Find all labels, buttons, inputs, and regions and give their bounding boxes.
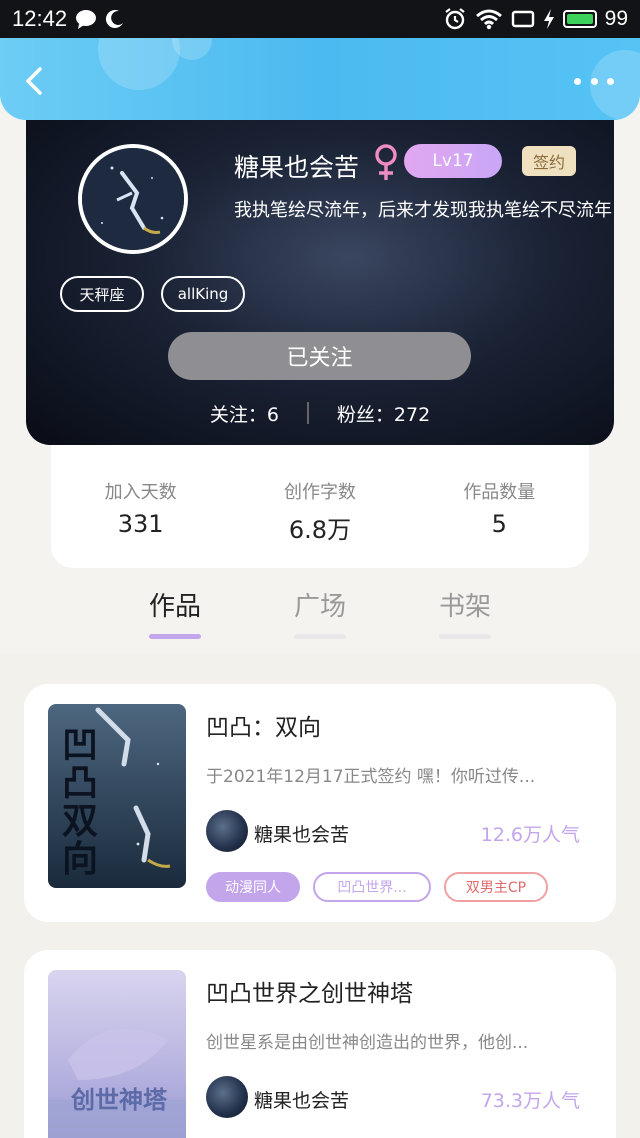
level-badge: Lv17 bbox=[404, 144, 502, 178]
author-avatar bbox=[206, 1076, 248, 1118]
work-card[interactable]: 凹凸双向 凹凸：双向 于2021年12月17正式签约 嘿！你听过传... 糖果也… bbox=[24, 684, 616, 922]
popularity-count: 73.3万人气 bbox=[480, 1090, 580, 1112]
author-avatar bbox=[206, 810, 248, 852]
cover-title: 凹凸双向 bbox=[62, 724, 98, 880]
chat-bubble-icon bbox=[76, 10, 97, 29]
stat-works-count: 作品数量 5 bbox=[410, 440, 589, 568]
battery-fill bbox=[566, 14, 593, 24]
profile-card: 糖果也会苦 Lv17 签约 我执笔绘尽流年，后来才发现我执笔绘不尽流年 天秤座 … bbox=[26, 104, 614, 445]
stat-label: 作品数量 bbox=[463, 482, 536, 503]
wifi-icon bbox=[475, 9, 502, 30]
female-icon bbox=[375, 144, 397, 180]
book-cover[interactable]: 凹凸双向 bbox=[48, 704, 186, 888]
header-bar bbox=[0, 38, 640, 120]
decorative-bubble bbox=[98, 38, 180, 90]
avatar-image bbox=[82, 148, 184, 250]
popularity-count: 12.6万人气 bbox=[480, 824, 580, 846]
tab-underline bbox=[439, 634, 491, 639]
stat-word-count: 创作字数 6.8万 bbox=[230, 440, 409, 568]
following-count[interactable]: 关注：6 bbox=[210, 400, 279, 427]
follow-button[interactable]: 已关注 bbox=[168, 332, 471, 380]
work-card[interactable]: 创世神塔 凹凸世界之创世神塔 创世星系是由创世神创造出的世界，他创... 糖果也… bbox=[24, 950, 616, 1138]
more-dot bbox=[574, 77, 581, 85]
tab-works[interactable]: 作品 bbox=[147, 586, 203, 623]
fans-count[interactable]: 粉丝：272 bbox=[337, 400, 430, 427]
username: 糖果也会苦 bbox=[234, 153, 360, 182]
tag-allking[interactable]: allKing bbox=[161, 276, 245, 312]
alarm-icon bbox=[444, 8, 465, 30]
stat-value: 331 bbox=[117, 510, 164, 538]
more-button[interactable] bbox=[574, 74, 614, 88]
chevron-left-icon bbox=[26, 67, 42, 95]
status-right: 99 bbox=[443, 7, 628, 31]
tab-bar: 作品 广场 书架 bbox=[0, 586, 640, 646]
work-description: 于2021年12月17正式签约 嘿！你听过传... bbox=[206, 767, 536, 787]
works-list: 凹凸双向 凹凸：双向 于2021年12月17正式签约 嘿！你听过传... 糖果也… bbox=[0, 654, 640, 1138]
stat-label: 创作字数 bbox=[283, 482, 356, 503]
status-time: 12:42 bbox=[12, 6, 68, 31]
battery-icon bbox=[562, 10, 597, 28]
status-bar: 12:42 99 bbox=[0, 0, 640, 38]
tab-square[interactable]: 广场 bbox=[292, 586, 348, 623]
stat-value: 5 bbox=[491, 510, 507, 538]
stat-join-days: 加入天数 331 bbox=[51, 440, 230, 568]
signature-text: 我执笔绘尽流年，后来才发现我执笔绘不尽流年 bbox=[234, 200, 612, 221]
moon-icon bbox=[105, 10, 124, 29]
divider bbox=[306, 402, 309, 424]
screen-icon bbox=[511, 10, 534, 28]
avatar[interactable] bbox=[78, 144, 188, 254]
book-cover[interactable]: 创世神塔 bbox=[48, 970, 186, 1138]
battery-percent: 99 bbox=[604, 7, 628, 30]
follow-counts: 关注：6 粉丝：272 bbox=[26, 399, 614, 427]
status-left: 12:42 bbox=[12, 6, 125, 32]
work-title[interactable]: 凹凸：双向 bbox=[206, 708, 321, 742]
more-dot bbox=[607, 77, 614, 85]
tab-underline bbox=[294, 634, 346, 639]
stat-label: 加入天数 bbox=[104, 482, 177, 503]
author-name: 糖果也会苦 bbox=[254, 1090, 350, 1112]
stats-card: 加入天数 331 创作字数 6.8万 作品数量 5 bbox=[51, 440, 589, 568]
work-tag-fandom[interactable]: 凹凸世界... bbox=[313, 872, 431, 902]
back-button[interactable] bbox=[22, 66, 48, 96]
signed-badge: 签约 bbox=[522, 146, 576, 176]
author-name: 糖果也会苦 bbox=[254, 824, 350, 846]
more-dot bbox=[590, 77, 598, 85]
tag-zodiac[interactable]: 天秤座 bbox=[60, 276, 144, 312]
work-tag-cp[interactable]: 双男主CP bbox=[444, 872, 548, 902]
stat-value: 6.8万 bbox=[288, 516, 352, 544]
work-tag-category[interactable]: 动漫同人 bbox=[206, 872, 300, 902]
work-title[interactable]: 凹凸世界之创世神塔 bbox=[206, 974, 413, 1008]
tab-underline-active bbox=[149, 634, 201, 639]
charging-icon bbox=[543, 9, 554, 29]
cover-title: 创世神塔 bbox=[71, 1085, 167, 1114]
tab-bookshelf[interactable]: 书架 bbox=[437, 586, 493, 623]
work-description: 创世星系是由创世神创造出的世界，他创... bbox=[206, 1033, 529, 1053]
